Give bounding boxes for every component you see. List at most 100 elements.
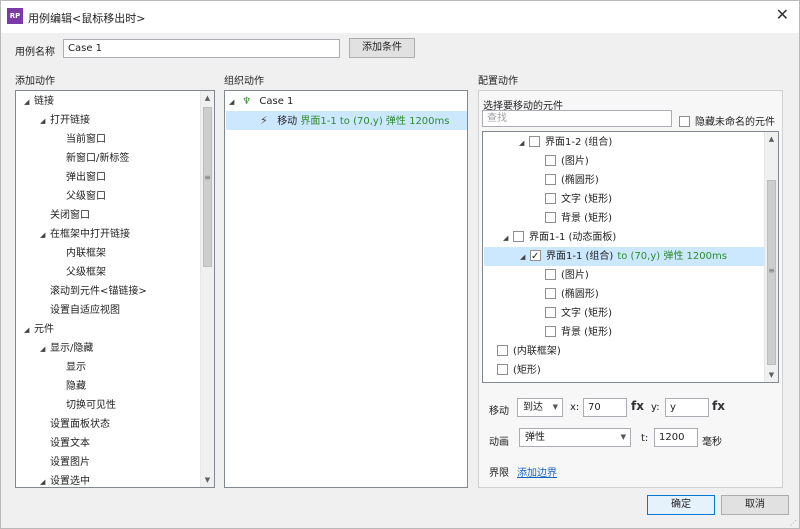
move-action-item[interactable]: ⚡ 移动 界面1-1 to (70,y) 弹性 1200ms <box>226 111 467 130</box>
widget-label: 界面1-1 (组合) <box>546 251 614 262</box>
scroll-up-icon[interactable]: ▲ <box>201 94 214 102</box>
add-bounds-link[interactable]: 添加边界 <box>517 464 557 479</box>
expand-triangle-icon[interactable]: ◢ <box>24 93 34 112</box>
action-tree-label: 打开链接 <box>50 115 90 126</box>
ok-button[interactable]: 确定 <box>647 495 715 515</box>
action-tree-label: 切换可见性 <box>66 400 116 411</box>
widget-tree-item[interactable]: (矩形) <box>487 361 541 380</box>
cancel-button[interactable]: 取消 <box>721 495 789 515</box>
scroll-grip-icon: ≡ <box>204 173 211 182</box>
action-tree-label: 设置选中 <box>50 476 90 487</box>
hide-unnamed-toggle[interactable]: 隐藏未命名的元件 <box>679 113 775 128</box>
widget-action-detail: to (70,y) 弹性 1200ms <box>617 251 727 262</box>
widget-checkbox[interactable] <box>545 307 556 318</box>
action-tree-item[interactable]: 父级框架 <box>56 263 106 282</box>
widget-checkbox[interactable] <box>545 174 556 185</box>
scroll-down-icon[interactable]: ▼ <box>201 476 214 484</box>
action-tree-label: 设置图片 <box>50 457 90 468</box>
expand-triangle-icon[interactable]: ◢ <box>229 93 239 112</box>
y-input[interactable]: y <box>665 398 709 417</box>
duration-input[interactable]: 1200 <box>654 428 698 447</box>
action-tree-item[interactable]: 设置文本 <box>40 434 90 453</box>
action-tree-item[interactable]: ◢ 设置选中 <box>40 472 90 487</box>
animation-label: 动画 <box>489 437 509 448</box>
y-fx-button[interactable]: fx <box>712 399 725 413</box>
action-tree-item[interactable]: 当前窗口 <box>56 130 106 149</box>
widget-tree-scrollbar[interactable]: ▲ ≡ ▼ <box>764 132 778 382</box>
animation-select[interactable]: 弹性 ▼ <box>519 428 631 447</box>
x-fx-button[interactable]: fx <box>631 399 644 413</box>
widget-tree-item[interactable]: 文字 (矩形) <box>535 190 612 209</box>
close-icon[interactable]: ✕ <box>776 5 789 25</box>
expand-triangle-icon[interactable]: ◢ <box>40 340 50 359</box>
widget-tree-item[interactable]: (椭圆形) <box>535 171 599 190</box>
widget-checkbox[interactable] <box>513 231 524 242</box>
action-category[interactable]: ◢ 链接 <box>24 92 54 111</box>
action-tree-item[interactable]: 切换可见性 <box>56 396 116 415</box>
move-mode-select[interactable]: 到达 ▼ <box>517 398 563 417</box>
widget-search-input[interactable]: 查找 <box>482 110 672 127</box>
expand-triangle-icon[interactable]: ◢ <box>40 112 50 131</box>
expand-triangle-icon[interactable]: ◢ <box>520 248 530 267</box>
widget-tree-item[interactable]: ◢ 界面1-1 (动态面板) <box>503 228 616 247</box>
widget-tree-item[interactable]: (图片) <box>535 152 589 171</box>
action-tree-item[interactable]: 内联框架 <box>56 244 106 263</box>
action-tree-label: 在框架中打开链接 <box>50 229 130 240</box>
action-tree-item[interactable]: 显示 <box>56 358 86 377</box>
widget-label: 文字 (矩形) <box>561 194 612 205</box>
action-tree-item[interactable]: 父级窗口 <box>56 187 106 206</box>
expand-triangle-icon[interactable]: ◢ <box>519 134 529 153</box>
widget-tree-item[interactable]: ◢ 界面1-1 (组合)to (70,y) 弹性 1200ms <box>484 247 764 266</box>
widget-tree-item[interactable]: 文字 (矩形) <box>535 304 612 323</box>
widget-checkbox[interactable] <box>545 193 556 204</box>
widget-tree-item[interactable]: 背景 (矩形) <box>535 323 612 342</box>
action-tree-item[interactable]: 设置自适应视图 <box>40 301 120 320</box>
scroll-down-icon[interactable]: ▼ <box>765 371 778 379</box>
widget-checkbox[interactable] <box>530 247 541 266</box>
action-tree-item[interactable]: ◢ 打开链接 <box>40 111 90 130</box>
widget-tree-item[interactable]: (椭圆形) <box>535 285 599 304</box>
case-name-input[interactable]: Case 1 <box>63 39 340 58</box>
add-condition-button[interactable]: 添加条件 <box>349 38 415 58</box>
widget-checkbox[interactable] <box>497 364 508 375</box>
widget-label: 文字 (矩形) <box>561 308 612 319</box>
scroll-thumb[interactable] <box>203 107 212 267</box>
widget-checkbox[interactable] <box>545 212 556 223</box>
widget-tree-item[interactable]: 背景 (矩形) <box>535 209 612 228</box>
action-tree-item[interactable]: 设置图片 <box>40 453 90 472</box>
widget-checkbox[interactable] <box>497 345 508 356</box>
action-tree-item[interactable]: 滚动到元件<锚链接> <box>40 282 147 301</box>
expand-triangle-icon[interactable]: ◢ <box>40 473 50 487</box>
action-tree-item[interactable]: 新窗口/新标签 <box>56 149 129 168</box>
resize-grip-icon[interactable]: ⋰ <box>790 519 797 527</box>
scroll-up-icon[interactable]: ▲ <box>765 135 778 143</box>
organize-actions-tree: ◢ ♆ Case 1 ⚡ 移动 界面1-1 to (70,y) 弹性 1200m… <box>224 90 468 488</box>
action-tree-label: 内联框架 <box>66 248 106 259</box>
action-tree-item[interactable]: 设置面板状态 <box>40 415 110 434</box>
widget-label: (椭圆形) <box>561 289 599 300</box>
action-tree-item[interactable]: 弹出窗口 <box>56 168 106 187</box>
action-tree-item[interactable]: ◢ 在框架中打开链接 <box>40 225 130 244</box>
expand-triangle-icon[interactable]: ◢ <box>503 229 513 248</box>
widget-checkbox[interactable] <box>545 269 556 280</box>
widget-tree-item[interactable]: (图片) <box>535 266 589 285</box>
action-tree-label: 滚动到元件<锚链接> <box>50 286 147 297</box>
case-node[interactable]: ◢ ♆ Case 1 <box>229 92 293 111</box>
move-label: 移动 <box>489 406 509 417</box>
action-tree-item[interactable]: 隐藏 <box>56 377 86 396</box>
widget-tree-item[interactable]: (内联框架) <box>487 342 561 361</box>
x-input[interactable]: 70 <box>583 398 627 417</box>
expand-triangle-icon[interactable]: ◢ <box>24 321 34 340</box>
action-tree-item[interactable]: ◢ 显示/隐藏 <box>40 339 93 358</box>
action-tree-item[interactable]: 关闭窗口 <box>40 206 90 225</box>
chevron-down-icon: ▼ <box>552 403 558 411</box>
expand-triangle-icon[interactable]: ◢ <box>40 226 50 245</box>
widget-checkbox[interactable] <box>545 155 556 166</box>
widget-checkbox[interactable] <box>545 288 556 299</box>
add-actions-scrollbar[interactable]: ▲ ≡ ▼ <box>200 91 214 487</box>
widget-checkbox[interactable] <box>529 136 540 147</box>
widget-checkbox[interactable] <box>545 326 556 337</box>
widget-tree-item[interactable]: ◢ 界面1-2 (组合) <box>519 133 612 152</box>
hide-unnamed-checkbox[interactable] <box>679 116 690 127</box>
action-category[interactable]: ◢ 元件 <box>24 320 54 339</box>
